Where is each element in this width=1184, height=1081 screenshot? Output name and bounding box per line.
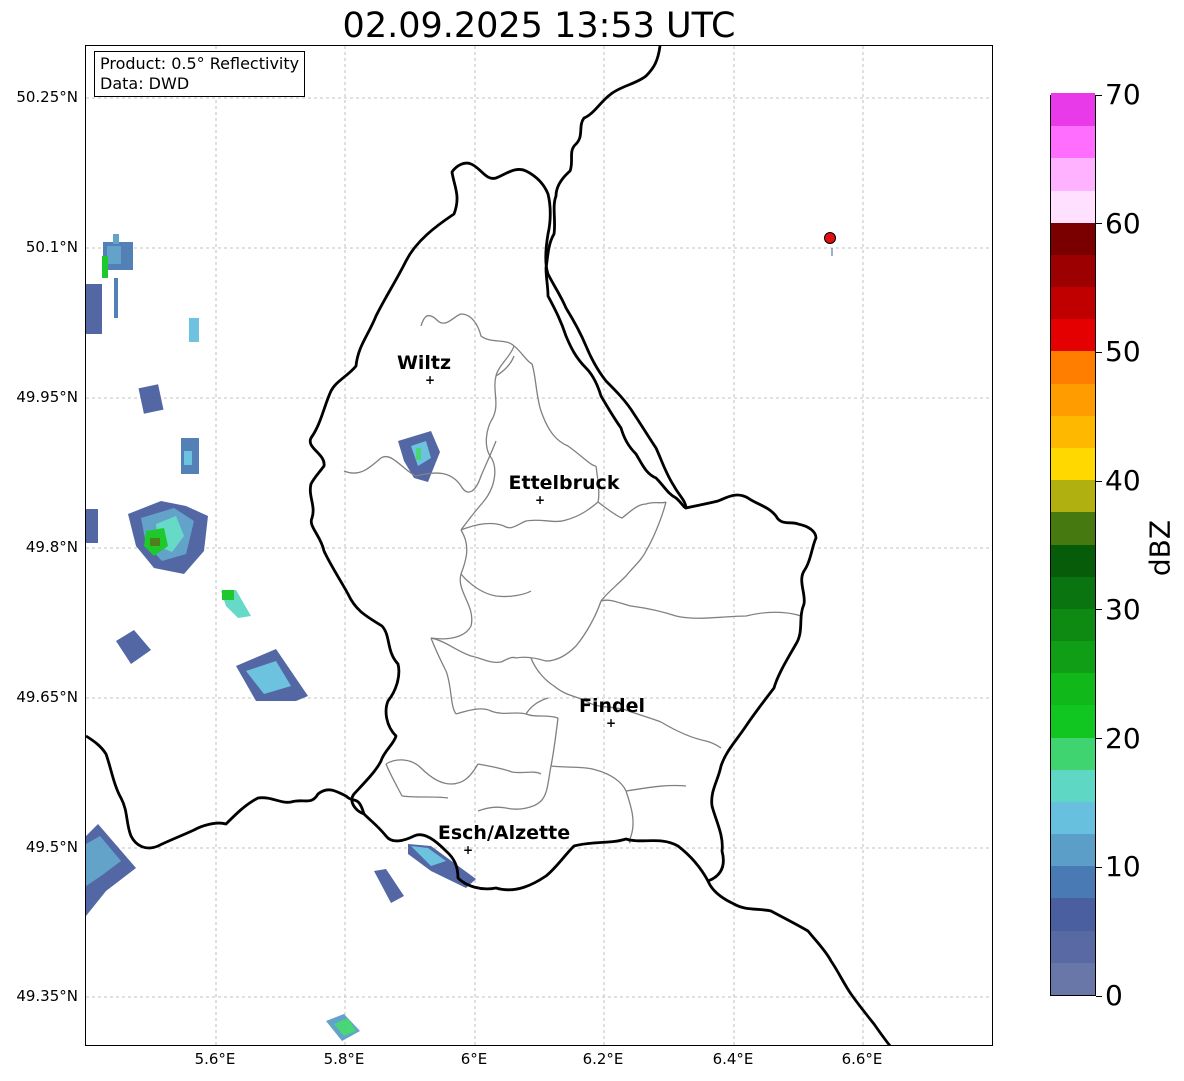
lon-label: 5.6°E xyxy=(194,1050,236,1068)
colorbar-segment xyxy=(1051,543,1095,577)
colorbar-tick-label: 10 xyxy=(1105,850,1141,884)
colorbar-segment xyxy=(1051,157,1095,191)
echo-cluster-south xyxy=(326,1014,360,1041)
colorbar-tick xyxy=(1096,94,1102,96)
colorbar-tick xyxy=(1096,609,1102,611)
colorbar-segment xyxy=(1051,865,1095,899)
gridlines xyxy=(86,46,992,1045)
colorbar-segment xyxy=(1051,189,1095,223)
colorbar-segment xyxy=(1051,350,1095,384)
colorbar-segment xyxy=(1051,93,1095,127)
colorbar-segment xyxy=(1051,962,1095,995)
colorbar-tick xyxy=(1096,223,1102,225)
colorbar-segment xyxy=(1051,801,1095,835)
map-title: 02.09.2025 13:53 UTC xyxy=(342,6,736,46)
plus-marker-icon: + xyxy=(535,493,545,507)
lat-label: 50.25°N xyxy=(16,88,78,106)
colorbar-segment xyxy=(1051,318,1095,352)
lat-label: 49.65°N xyxy=(16,688,78,706)
lat-label: 49.95°N xyxy=(16,388,78,406)
map-canvas[interactable]: Wiltz + Ettelbruck + Findel + Esch/Alzet… xyxy=(86,46,993,1046)
lon-label: 6.4°E xyxy=(712,1050,754,1068)
data-source-label: Data: DWD xyxy=(100,74,190,93)
lon-label: 6°E xyxy=(460,1050,488,1068)
colorbar-segment xyxy=(1051,125,1095,159)
colorbar-tick-label: 20 xyxy=(1105,721,1141,755)
colorbar-segment xyxy=(1051,414,1095,448)
colorbar-segment xyxy=(1051,704,1095,738)
colorbar-segment xyxy=(1051,929,1095,963)
echo-cluster-sw-edge xyxy=(86,824,136,916)
radar-map[interactable]: Wiltz + Ettelbruck + Findel + Esch/Alzet… xyxy=(85,45,993,1046)
colorbar-segment xyxy=(1051,640,1095,674)
echo-cluster-wiltz xyxy=(398,431,440,482)
colorbar-tick-label: 30 xyxy=(1105,592,1141,626)
city-label-esch-alzette: Esch/Alzette xyxy=(438,822,570,844)
district-borders xyxy=(343,313,802,844)
colorbar-tick xyxy=(1096,480,1102,482)
colorbar-tick xyxy=(1096,866,1102,868)
colorbar-tick xyxy=(1096,738,1102,740)
colorbar-label: dBZ xyxy=(1143,519,1177,577)
city-wiltz[interactable]: Wiltz + xyxy=(397,352,451,387)
city-ettelbruck[interactable]: Ettelbruck + xyxy=(509,472,620,507)
colorbar-tick xyxy=(1096,995,1102,997)
lon-label: 5.8°E xyxy=(323,1050,365,1068)
echo-cluster-west-main xyxy=(86,501,208,574)
lat-label: 49.8°N xyxy=(25,538,78,556)
colorbar-segment xyxy=(1051,479,1095,513)
lon-label: 6.6°E xyxy=(841,1050,883,1068)
colorbar-segment xyxy=(1051,897,1095,931)
lat-label: 49.35°N xyxy=(16,987,78,1005)
colorbar-segment xyxy=(1051,511,1095,545)
echo-cluster-sw-mid xyxy=(116,590,308,701)
colorbar-segment xyxy=(1051,286,1095,320)
colorbar-segment xyxy=(1051,221,1095,255)
colorbar-segment xyxy=(1051,608,1095,642)
city-findel[interactable]: Findel + xyxy=(579,695,645,730)
echo-cluster-nw xyxy=(102,234,133,318)
colorbar-segment xyxy=(1051,447,1095,481)
colorbar-tick-label: 50 xyxy=(1105,335,1141,369)
echo-cluster-w1 xyxy=(86,284,199,474)
city-label-findel: Findel xyxy=(579,695,645,717)
echo-cluster-esch xyxy=(374,844,476,903)
colorbar-tick-label: 70 xyxy=(1105,78,1141,111)
colorbar-segment xyxy=(1051,575,1095,609)
germany-border-south xyxy=(706,880,892,1045)
country-borders xyxy=(86,46,892,1045)
lat-label: 49.5°N xyxy=(25,838,78,856)
plus-marker-icon: + xyxy=(425,373,435,387)
city-label-wiltz: Wiltz xyxy=(397,352,451,374)
info-box: Product: 0.5° Reflectivity Data: DWD xyxy=(94,51,306,97)
product-label: Product: 0.5° Reflectivity xyxy=(100,54,300,73)
colorbar-segment xyxy=(1051,736,1095,770)
city-markers: Wiltz + Ettelbruck + Findel + Esch/Alzet… xyxy=(397,352,645,857)
radar-site-dot-icon xyxy=(824,232,836,244)
colorbar-segment xyxy=(1051,382,1095,416)
plus-marker-icon: + xyxy=(606,716,616,730)
colorbar-segment xyxy=(1051,254,1095,288)
plus-marker-icon: + xyxy=(463,843,473,857)
lat-label: 50.1°N xyxy=(25,238,78,256)
colorbar-tick-label: 40 xyxy=(1105,464,1141,498)
luxembourg-border xyxy=(308,161,818,892)
colorbar xyxy=(1050,93,1096,996)
colorbar-tick xyxy=(1096,351,1102,353)
colorbar-segment xyxy=(1051,833,1095,867)
radar-site-marker[interactable] xyxy=(824,232,836,257)
lon-label: 6.2°E xyxy=(582,1050,624,1068)
colorbar-tick-label: 60 xyxy=(1105,206,1141,240)
colorbar-segment xyxy=(1051,672,1095,706)
colorbar-segment xyxy=(1051,768,1095,802)
belgium-france-border xyxy=(86,734,366,850)
germany-border xyxy=(544,46,687,510)
colorbar-tick-label: 0 xyxy=(1105,979,1123,1012)
city-label-ettelbruck: Ettelbruck xyxy=(509,472,620,494)
city-esch-alzette[interactable]: Esch/Alzette + xyxy=(438,822,570,857)
